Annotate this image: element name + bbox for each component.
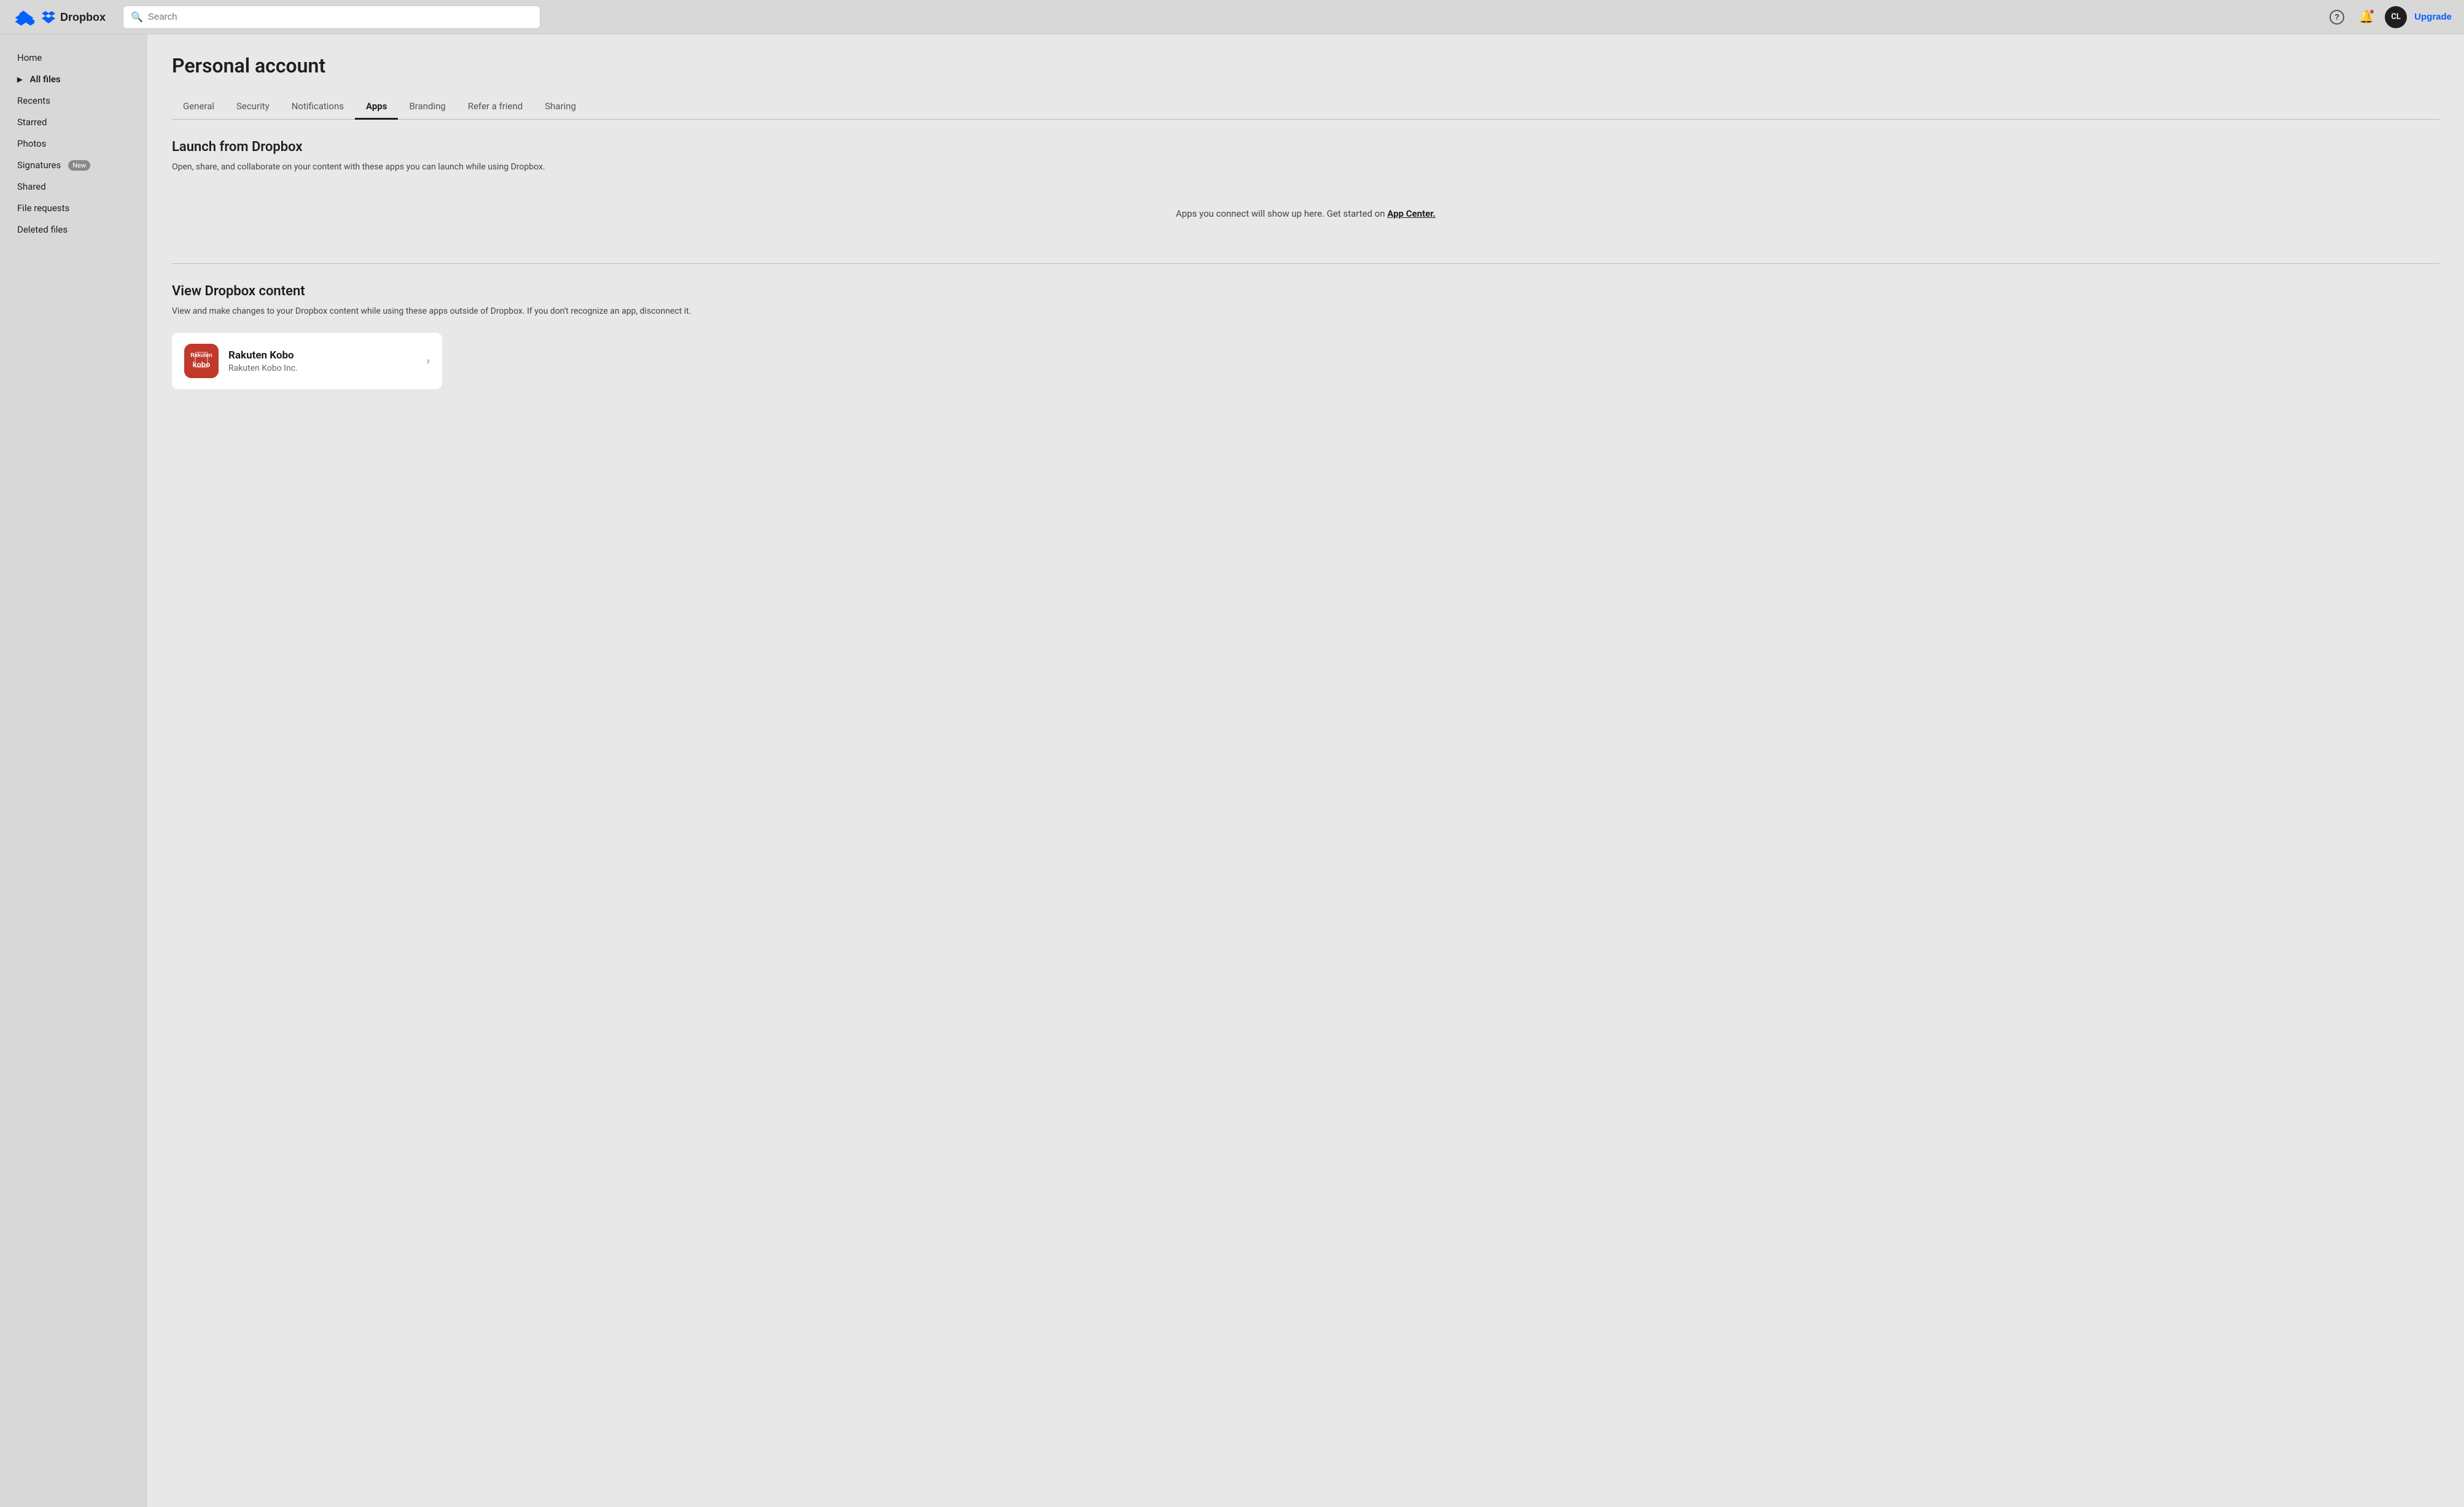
sidebar-item-deleted-files[interactable]: Deleted files (5, 219, 142, 240)
sidebar: Home ▶ All files Recents Starred Photos … (0, 34, 147, 1507)
avatar[interactable]: CL (2385, 6, 2407, 28)
notifications-button[interactable]: 🔔 (2355, 6, 2377, 28)
sidebar-label-signatures: Signatures (17, 160, 61, 171)
view-section-desc: View and make changes to your Dropbox co… (172, 305, 2439, 318)
app-body: Home ▶ All files Recents Starred Photos … (0, 34, 2464, 1507)
rakuten-kobo-company: Rakuten Kobo Inc. (228, 363, 417, 373)
tab-sharing[interactable]: Sharing (534, 95, 587, 120)
tab-notifications[interactable]: Notifications (281, 95, 355, 120)
chevron-right-icon: › (427, 355, 430, 368)
launch-section-title: Launch from Dropbox (172, 139, 2439, 155)
tab-security[interactable]: Security (225, 95, 281, 120)
tab-apps[interactable]: Apps (355, 95, 398, 120)
dropbox-logo-icon (12, 6, 34, 28)
help-icon: ? (2330, 10, 2344, 25)
help-button[interactable]: ? (2326, 6, 2348, 28)
tabs-bar: General Security Notifications Apps Bran… (172, 95, 2439, 120)
svg-text:Dropbox: Dropbox (60, 11, 106, 23)
sidebar-item-signatures[interactable]: Signatures New (5, 155, 142, 176)
rakuten-kobo-icon: Rakuten kobo (184, 344, 219, 378)
empty-state-text-prefix: Apps you connect will show up here. Get … (1176, 208, 1387, 219)
sidebar-label-file-requests: File requests (17, 203, 69, 214)
sidebar-label-starred: Starred (17, 117, 47, 128)
launch-section-desc: Open, share, and collaborate on your con… (172, 161, 2439, 174)
sidebar-label-home: Home (17, 52, 42, 63)
header-right: ? 🔔 CL Upgrade (2326, 6, 2452, 28)
dropbox-logo[interactable]: Dropbox (12, 6, 113, 28)
sidebar-label-recents: Recents (17, 95, 50, 106)
tab-branding[interactable]: Branding (398, 95, 456, 120)
dropbox-wordmark: Dropbox (39, 7, 113, 27)
rakuten-kobo-logo: Rakuten kobo (184, 344, 219, 378)
signatures-badge: New (68, 160, 90, 171)
sidebar-item-home[interactable]: Home (5, 47, 142, 68)
tab-general[interactable]: General (172, 95, 225, 120)
sidebar-label-all-files: All files (29, 74, 60, 85)
header: Dropbox 🔍 ? 🔔 CL Upgrade (0, 0, 2464, 34)
sidebar-label-deleted-files: Deleted files (17, 224, 68, 235)
view-section: View Dropbox content View and make chang… (172, 284, 2439, 389)
main-content: Personal account General Security Notifi… (147, 34, 2464, 1507)
chevron-right-icon: ▶ (17, 76, 22, 83)
rakuten-kobo-name: Rakuten Kobo (228, 349, 417, 362)
rakuten-kobo-card[interactable]: Rakuten kobo Rakuten Kobo Rakuten Kobo I… (172, 333, 442, 389)
tab-refer-a-friend[interactable]: Refer a friend (457, 95, 534, 120)
search-icon: 🔍 (131, 11, 143, 23)
sidebar-label-shared: Shared (17, 181, 46, 192)
section-divider (172, 263, 2439, 264)
sidebar-item-shared[interactable]: Shared (5, 176, 142, 197)
page-title: Personal account (172, 54, 2439, 77)
upgrade-button[interactable]: Upgrade (2414, 12, 2452, 22)
rakuten-kobo-info: Rakuten Kobo Rakuten Kobo Inc. (228, 349, 417, 373)
search-input[interactable] (148, 12, 532, 22)
sidebar-item-photos[interactable]: Photos (5, 133, 142, 154)
sidebar-item-starred[interactable]: Starred (5, 112, 142, 133)
sidebar-item-all-files[interactable]: ▶ All files (5, 69, 142, 90)
app-center-link[interactable]: App Center. (1387, 208, 1436, 219)
view-section-title: View Dropbox content (172, 284, 2439, 299)
sidebar-item-recents[interactable]: Recents (5, 90, 142, 111)
sidebar-item-file-requests[interactable]: File requests (5, 198, 142, 219)
launch-section: Launch from Dropbox Open, share, and col… (172, 139, 2439, 239)
sidebar-label-photos: Photos (17, 138, 46, 149)
launch-empty-state: Apps you connect will show up here. Get … (172, 188, 2439, 239)
search-bar[interactable]: 🔍 (123, 6, 540, 29)
notification-dot (2369, 9, 2375, 15)
